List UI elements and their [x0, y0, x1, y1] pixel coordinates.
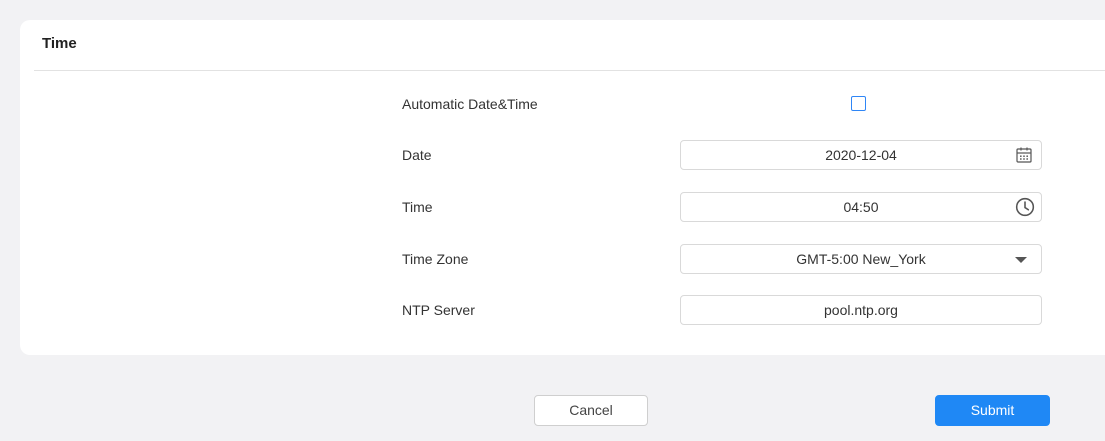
ntp-server-input[interactable]: pool.ntp.org: [680, 295, 1042, 325]
divider: [34, 70, 1105, 71]
time-settings-card: Time Automatic Date&Time Date 2020-12-04…: [20, 20, 1105, 355]
chevron-down-icon[interactable]: [1015, 257, 1027, 263]
calendar-icon[interactable]: [1015, 146, 1033, 164]
date-value: 2020-12-04: [825, 147, 897, 163]
date-label: Date: [402, 147, 432, 163]
time-field[interactable]: 04:50: [680, 192, 1042, 222]
ntp-server-label: NTP Server: [402, 302, 475, 318]
time-zone-value: GMT-5:00 New_York: [796, 251, 926, 267]
time-zone-label: Time Zone: [402, 251, 469, 267]
cancel-button[interactable]: Cancel: [534, 395, 648, 426]
date-field[interactable]: 2020-12-04: [680, 140, 1042, 170]
automatic-date-time-label: Automatic Date&Time: [402, 96, 538, 112]
automatic-date-time-checkbox[interactable]: [851, 96, 866, 111]
section-title: Time: [42, 35, 77, 52]
submit-button[interactable]: Submit: [935, 395, 1050, 426]
clock-icon[interactable]: [1015, 197, 1035, 217]
time-zone-select[interactable]: GMT-5:00 New_York: [680, 244, 1042, 274]
time-value: 04:50: [843, 199, 879, 215]
time-label: Time: [402, 199, 433, 215]
ntp-server-value: pool.ntp.org: [824, 302, 898, 318]
